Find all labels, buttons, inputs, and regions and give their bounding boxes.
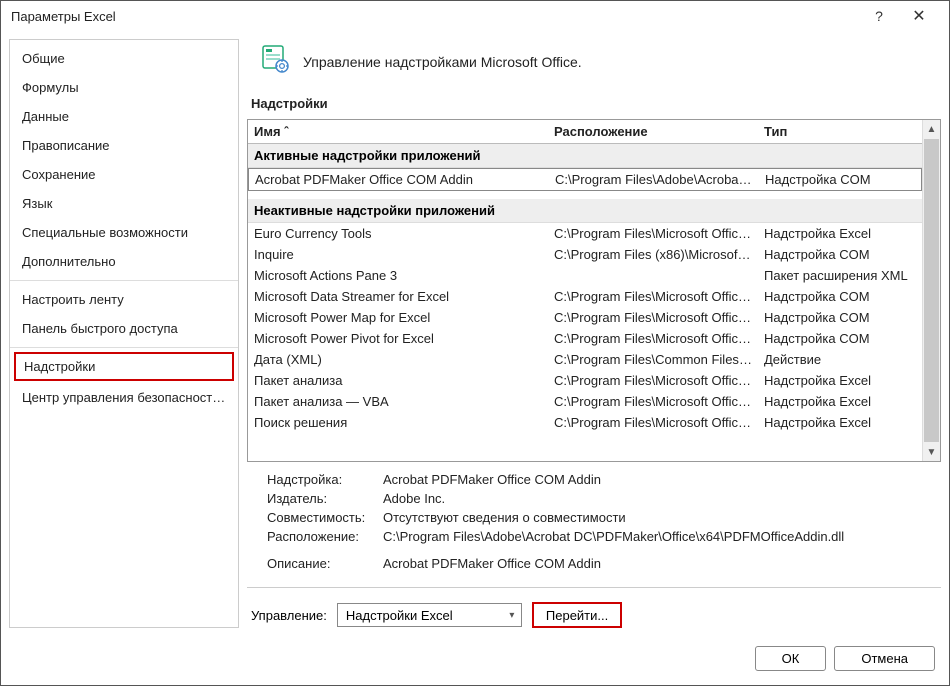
panel-heading: Управление надстройками Microsoft Office…	[303, 54, 582, 70]
cell-name: Пакет анализа — VBA	[248, 391, 548, 412]
sidebar-item-данные[interactable]: Данные	[10, 102, 238, 131]
cell-type: Действие	[758, 349, 922, 370]
go-button[interactable]: Перейти...	[532, 602, 622, 628]
cell-location: C:\Program Files\Adobe\Acrobat DC	[549, 169, 759, 190]
cell-location: C:\Program Files\Microsoft Office\ro	[548, 223, 758, 244]
detail-label-location: Расположение:	[267, 529, 377, 544]
ok-button[interactable]: ОК	[755, 646, 827, 671]
scroll-thumb[interactable]	[924, 139, 939, 442]
detail-value-publisher: Adobe Inc.	[383, 491, 921, 506]
table-row[interactable]: Euro Currency ToolsC:\Program Files\Micr…	[248, 223, 922, 244]
table-row[interactable]: Поиск решенияC:\Program Files\Microsoft …	[248, 412, 922, 433]
category-sidebar: ОбщиеФормулыДанныеПравописаниеСохранение…	[9, 39, 239, 628]
sidebar-item-язык[interactable]: Язык	[10, 189, 238, 218]
table-row[interactable]: Microsoft Power Pivot for ExcelC:\Progra…	[248, 328, 922, 349]
sidebar-item-правописание[interactable]: Правописание	[10, 131, 238, 160]
detail-value-compat: Отсутствуют сведения о совместимости	[383, 510, 921, 525]
cell-location: C:\Program Files\Microsoft Office\ro	[548, 328, 758, 349]
table-row[interactable]: Acrobat PDFMaker Office COM AddinC:\Prog…	[248, 168, 922, 191]
cell-location: C:\Program Files\Common Files\Mic	[548, 349, 758, 370]
table-row[interactable]: Пакет анализаC:\Program Files\Microsoft …	[248, 370, 922, 391]
addins-table: Имя ˆ Расположение Тип Активные надстрой…	[247, 119, 941, 462]
close-button[interactable]: ✕	[899, 1, 939, 31]
manage-select[interactable]: Надстройки Excel ▾	[337, 603, 522, 627]
cancel-button[interactable]: Отмена	[834, 646, 935, 671]
col-header-type[interactable]: Тип	[758, 120, 922, 143]
cell-type: Надстройка COM	[759, 169, 921, 190]
cell-name: Microsoft Power Pivot for Excel	[248, 328, 548, 349]
cell-location: C:\Program Files\Microsoft Office\ro	[548, 391, 758, 412]
table-row[interactable]: InquireC:\Program Files (x86)\Microsoft …	[248, 244, 922, 265]
sidebar-item-настроить-ленту[interactable]: Настроить ленту	[10, 285, 238, 314]
cell-type: Пакет расширения XML	[758, 265, 922, 286]
titlebar: Параметры Excel ? ✕	[1, 1, 949, 31]
manage-label: Управление:	[251, 608, 327, 623]
sidebar-item-надстройки[interactable]: Надстройки	[14, 352, 234, 381]
col-header-location[interactable]: Расположение	[548, 120, 758, 143]
chevron-down-icon: ▾	[503, 610, 521, 621]
cell-location: C:\Program Files\Microsoft Office\ro	[548, 307, 758, 328]
cell-name: Microsoft Actions Pane 3	[248, 265, 548, 286]
detail-label-publisher: Издатель:	[267, 491, 377, 506]
cell-type: Надстройка Excel	[758, 391, 922, 412]
detail-label-compat: Совместимость:	[267, 510, 377, 525]
sidebar-item-формулы[interactable]: Формулы	[10, 73, 238, 102]
cell-name: Microsoft Power Map for Excel	[248, 307, 548, 328]
cell-name: Дата (XML)	[248, 349, 548, 370]
cell-name: Euro Currency Tools	[248, 223, 548, 244]
sidebar-item-сохранение[interactable]: Сохранение	[10, 160, 238, 189]
detail-label-addin: Надстройка:	[267, 472, 377, 487]
cell-type: Надстройка Excel	[758, 223, 922, 244]
cell-name: Acrobat PDFMaker Office COM Addin	[249, 169, 549, 190]
cell-location: C:\Program Files\Microsoft Office\ro	[548, 370, 758, 391]
table-row[interactable]: Пакет анализа — VBAC:\Program Files\Micr…	[248, 391, 922, 412]
manage-select-value: Надстройки Excel	[338, 608, 503, 623]
sidebar-item-специальные-возможности[interactable]: Специальные возможности	[10, 218, 238, 247]
addin-details: Надстройка: Acrobat PDFMaker Office COM A…	[247, 462, 941, 579]
table-row[interactable]: Microsoft Actions Pane 3 Пакет расширения…	[248, 265, 922, 286]
cell-type: Надстройка Excel	[758, 412, 922, 433]
sidebar-item-центр-управления-безопасностью[interactable]: Центр управления безопасностью	[10, 383, 238, 412]
excel-options-dialog: Параметры Excel ? ✕ ОбщиеФормулыДанныеПр…	[0, 0, 950, 686]
cell-name: Пакет анализа	[248, 370, 548, 391]
table-scrollbar[interactable]: ▲ ▼	[922, 120, 940, 461]
section-title: Надстройки	[247, 96, 941, 119]
cell-type: Надстройка COM	[758, 286, 922, 307]
table-row[interactable]: Дата (XML)C:\Program Files\Common Files\…	[248, 349, 922, 370]
cell-type: Надстройка COM	[758, 328, 922, 349]
window-title: Параметры Excel	[11, 9, 116, 24]
detail-value-location: C:\Program Files\Adobe\Acrobat DC\PDFMak…	[383, 529, 921, 544]
sidebar-item-панель-быстрого-доступа[interactable]: Панель быстрого доступа	[10, 314, 238, 343]
manage-row: Управление: Надстройки Excel ▾ Перейти..…	[247, 596, 941, 628]
detail-label-description: Описание:	[267, 556, 377, 571]
sidebar-item-общие[interactable]: Общие	[10, 44, 238, 73]
scroll-down-icon[interactable]: ▼	[923, 443, 940, 461]
dialog-footer: ОК Отмена	[1, 636, 949, 685]
table-group-header: Неактивные надстройки приложений	[248, 199, 922, 223]
cell-type: Надстройка COM	[758, 307, 922, 328]
cell-name: Microsoft Data Streamer for Excel	[248, 286, 548, 307]
cell-location	[548, 265, 758, 286]
scroll-up-icon[interactable]: ▲	[923, 120, 940, 138]
help-button[interactable]: ?	[859, 1, 899, 31]
table-row[interactable]: Microsoft Power Map for ExcelC:\Program …	[248, 307, 922, 328]
cell-name: Inquire	[248, 244, 548, 265]
detail-value-addin: Acrobat PDFMaker Office COM Addin	[383, 472, 921, 487]
table-header: Имя ˆ Расположение Тип	[248, 120, 922, 144]
table-group-header: Активные надстройки приложений	[248, 144, 922, 168]
cell-location: C:\Program Files\Microsoft Office\ro	[548, 412, 758, 433]
table-row[interactable]: Microsoft Data Streamer for ExcelC:\Prog…	[248, 286, 922, 307]
addins-icon	[259, 43, 291, 80]
main-panel: Управление надстройками Microsoft Office…	[247, 39, 941, 628]
cell-name: Поиск решения	[248, 412, 548, 433]
cell-type: Надстройка COM	[758, 244, 922, 265]
detail-value-description: Acrobat PDFMaker Office COM Addin	[383, 556, 921, 571]
col-header-name[interactable]: Имя ˆ	[248, 120, 548, 143]
cell-type: Надстройка Excel	[758, 370, 922, 391]
cell-location: C:\Program Files (x86)\Microsoft Off	[548, 244, 758, 265]
sidebar-item-дополнительно[interactable]: Дополнительно	[10, 247, 238, 276]
cell-location: C:\Program Files\Microsoft Office\ro	[548, 286, 758, 307]
